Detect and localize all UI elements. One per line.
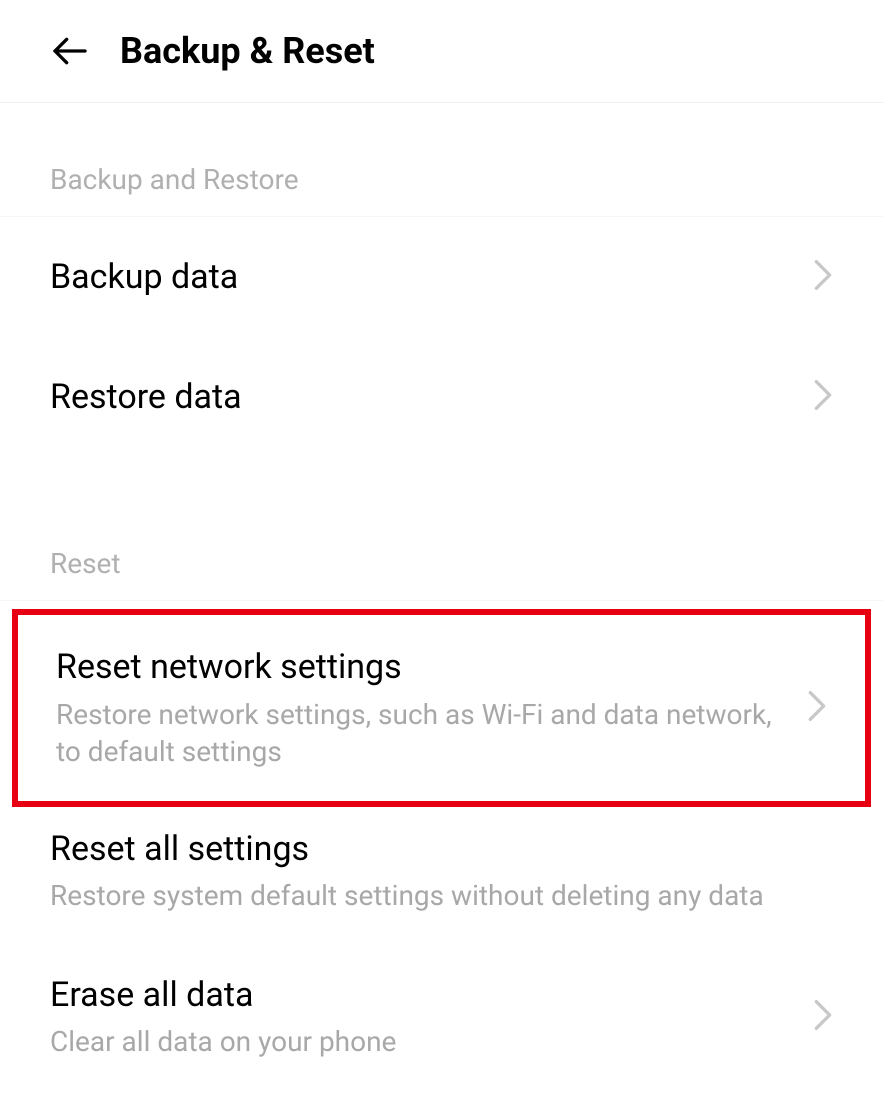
list-item-title: Erase all data — [50, 973, 793, 1017]
list-item-content: Erase all data Clear all data on your ph… — [50, 973, 813, 1061]
page-title: Backup & Reset — [120, 30, 375, 72]
list-item-subtitle: Restore network settings, such as Wi-Fi … — [56, 696, 787, 772]
section-header-backup-restore: Backup and Restore — [0, 103, 883, 217]
list-item-restore-data[interactable]: Restore data — [0, 337, 883, 457]
list-item-title: Reset network settings — [56, 645, 787, 689]
list-item-backup-data[interactable]: Backup data — [0, 217, 883, 337]
back-button[interactable] — [50, 31, 90, 71]
arrow-left-icon — [50, 31, 90, 71]
content: Backup and Restore Backup data Restore d… — [0, 103, 883, 1099]
list-item-erase-all[interactable]: Erase all data Clear all data on your ph… — [0, 935, 883, 1099]
chevron-right-icon — [807, 689, 827, 727]
list-item-reset-all[interactable]: Reset all settings Restore system defaul… — [0, 815, 883, 935]
highlight-box: Reset network settings Restore network s… — [12, 609, 871, 807]
list-item-subtitle: Restore system default settings without … — [50, 877, 813, 915]
list-item-title: Reset all settings — [50, 827, 813, 871]
section-header-reset: Reset — [0, 457, 883, 601]
list-item-content: Reset network settings Restore network s… — [56, 645, 807, 771]
list-item-subtitle: Clear all data on your phone — [50, 1023, 793, 1061]
list-item-content: Restore data — [50, 375, 813, 419]
list-item-reset-network[interactable]: Reset network settings Restore network s… — [18, 615, 865, 801]
chevron-right-icon — [813, 258, 833, 296]
header: Backup & Reset — [0, 0, 883, 103]
list-item-title: Backup data — [50, 255, 793, 299]
list-item-title: Restore data — [50, 375, 793, 419]
list-item-content: Reset all settings Restore system defaul… — [50, 827, 833, 915]
chevron-right-icon — [813, 378, 833, 416]
chevron-right-icon — [813, 998, 833, 1036]
list-item-content: Backup data — [50, 255, 813, 299]
